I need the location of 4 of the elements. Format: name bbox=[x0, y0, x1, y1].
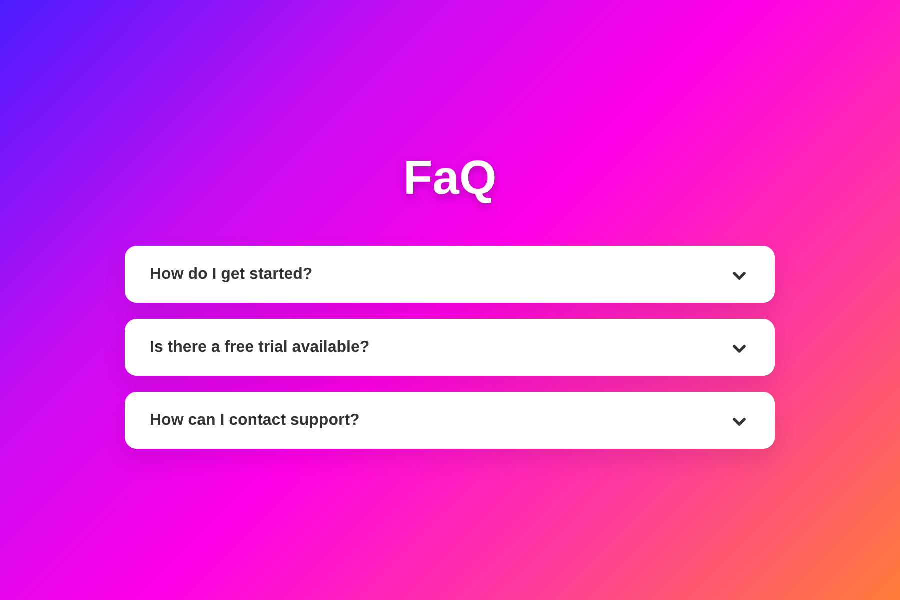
faq-question[interactable]: How can I contact support? bbox=[125, 392, 775, 449]
faq-question[interactable]: How do I get started? bbox=[125, 246, 775, 303]
faq-question[interactable]: Is there a free trial available? bbox=[125, 319, 775, 376]
page-title: FaQ bbox=[403, 151, 497, 206]
